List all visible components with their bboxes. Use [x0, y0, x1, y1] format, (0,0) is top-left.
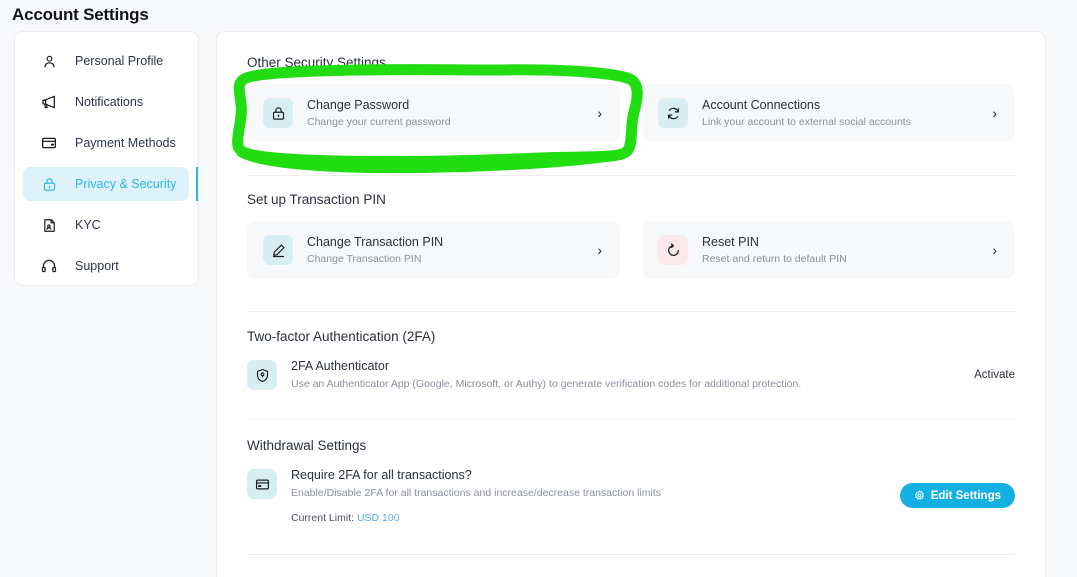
section-heading-transaction-pin: Set up Transaction PIN — [247, 192, 386, 207]
sidebar-item-label: Personal Profile — [75, 54, 164, 68]
chevron-right-icon[interactable]: › — [597, 242, 604, 258]
current-limit-value: USD 100 — [356, 512, 400, 524]
row-title: 2FA Authenticator — [291, 359, 389, 373]
transaction-pin-section: Set up Transaction PIN Change Transactio… — [247, 176, 1015, 279]
gear-icon — [914, 490, 925, 501]
megaphone-icon — [39, 92, 59, 112]
sidebar-item-label: Notifications — [75, 95, 144, 109]
sidebar-item-notifications[interactable]: Notifications — [15, 85, 198, 119]
sidebar-item-label: KYC — [75, 218, 101, 232]
credit-card-icon — [247, 469, 277, 499]
withdrawal-text: Require 2FA for all transactions? Enable… — [291, 467, 900, 524]
change-password-tile[interactable]: Change Password Change your current pass… — [247, 84, 620, 142]
change-transaction-pin-text: Change Transaction PIN Change Transactio… — [307, 235, 597, 266]
other-security-tiles: Change Password Change your current pass… — [247, 84, 1015, 142]
shield-key-icon — [247, 360, 277, 390]
section-heading-two-factor: Two-factor Authentication (2FA) — [247, 329, 436, 344]
pencil-edit-icon — [263, 235, 293, 265]
other-security-section: Other Security Settings Change Password … — [247, 32, 1015, 142]
tile-title: Change Transaction PIN — [307, 234, 444, 249]
edit-settings-button[interactable]: Edit Settings — [899, 483, 1015, 508]
tile-subtitle: Change your current password — [307, 115, 451, 128]
two-factor-row: 2FA Authenticator Use an Authenticator A… — [247, 358, 1015, 391]
section-heading-other-security: Other Security Settings — [247, 55, 386, 70]
withdrawal-section: Withdrawal Settings Require 2FA for all … — [247, 420, 1015, 524]
settings-sidebar: Personal Profile Notifications Payment M… — [14, 31, 199, 286]
tile-title: Change Password — [307, 97, 410, 112]
transaction-pin-tiles: Change Transaction PIN Change Transactio… — [247, 221, 1015, 279]
tile-title: Reset PIN — [702, 234, 759, 249]
tile-subtitle: Reset and return to default PIN — [702, 252, 847, 265]
current-limit-label: Current Limit: — [291, 512, 355, 524]
headset-icon — [39, 256, 59, 276]
edit-settings-label: Edit Settings — [930, 489, 1001, 502]
reset-pin-text: Reset PIN Reset and return to default PI… — [702, 235, 992, 266]
row-subtitle: Use an Authenticator App (Google, Micros… — [291, 378, 802, 390]
id-document-icon — [39, 215, 59, 235]
lock-icon — [39, 174, 59, 194]
divider-4 — [247, 554, 1015, 555]
two-factor-text: 2FA Authenticator Use an Authenticator A… — [291, 358, 974, 391]
sidebar-item-label: Support — [75, 259, 119, 273]
page-title: Account Settings — [12, 5, 149, 24]
chevron-right-icon[interactable]: › — [992, 242, 999, 258]
change-password-text: Change Password Change your current pass… — [307, 98, 597, 129]
sidebar-item-label: Privacy & Security — [75, 177, 177, 191]
tile-title: Account Connections — [702, 97, 821, 112]
refresh-sync-icon — [658, 98, 688, 128]
two-factor-section: Two-factor Authentication (2FA) 2FA Auth… — [247, 312, 1015, 391]
current-limit: Current Limit: USD 100 — [291, 512, 900, 524]
reset-pin-tile[interactable]: Reset PIN Reset and return to default PI… — [642, 221, 1015, 279]
account-connections-tile[interactable]: Account Connections Link your account to… — [642, 84, 1015, 142]
section-heading-withdrawal: Withdrawal Settings — [247, 438, 367, 453]
account-connections-text: Account Connections Link your account to… — [702, 98, 992, 129]
sidebar-item-support[interactable]: Support — [15, 249, 198, 283]
app-root: Account Settings Personal Profile Notifi… — [0, 0, 1077, 577]
padlock-icon — [263, 98, 293, 128]
tile-subtitle: Change Transaction PIN — [307, 252, 422, 265]
sidebar-item-kyc[interactable]: KYC — [15, 208, 198, 242]
change-transaction-pin-tile[interactable]: Change Transaction PIN Change Transactio… — [247, 221, 620, 279]
credit-card-icon — [39, 133, 59, 153]
sidebar-item-label: Payment Methods — [75, 136, 176, 150]
chevron-right-icon[interactable]: › — [597, 105, 604, 121]
withdrawal-row: Require 2FA for all transactions? Enable… — [247, 467, 1015, 524]
tile-subtitle: Link your account to external social acc… — [702, 115, 911, 128]
sidebar-item-payment-methods[interactable]: Payment Methods — [15, 126, 198, 160]
sidebar-item-privacy-security[interactable]: Privacy & Security — [23, 167, 198, 201]
reset-rotate-icon — [658, 235, 688, 265]
sidebar-item-personal-profile[interactable]: Personal Profile — [15, 44, 198, 78]
chevron-right-icon[interactable]: › — [992, 105, 999, 121]
activate-2fa-link[interactable]: Activate — [974, 369, 1015, 381]
row-title: Require 2FA for all transactions? — [291, 468, 472, 482]
row-subtitle: Enable/Disable 2FA for all transactions … — [291, 487, 662, 499]
user-icon — [39, 51, 59, 71]
security-settings-panel: Other Security Settings Change Password … — [216, 31, 1046, 577]
